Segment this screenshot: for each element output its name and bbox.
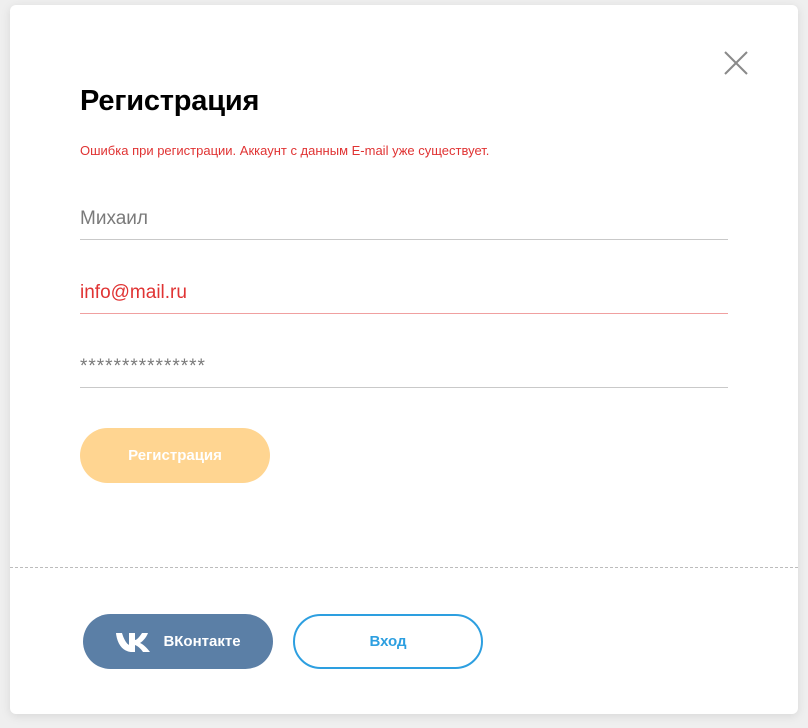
login-button[interactable]: Вход <box>293 614 483 669</box>
modal-title: Регистрация <box>80 85 260 117</box>
dashed-divider <box>10 567 798 568</box>
close-icon[interactable] <box>723 50 749 76</box>
name-field[interactable] <box>80 199 728 240</box>
vk-logo-icon <box>115 631 151 653</box>
vk-button-label: ВКонтакте <box>163 633 241 650</box>
error-message: Ошибка при регистрации. Аккаунт с данным… <box>80 143 490 158</box>
register-button[interactable]: Регистрация <box>80 428 270 483</box>
email-field[interactable] <box>80 273 728 314</box>
registration-modal: Регистрация Ошибка при регистрации. Акка… <box>10 5 798 714</box>
vk-login-button[interactable]: ВКонтакте <box>83 614 273 669</box>
password-field[interactable] <box>80 347 728 388</box>
